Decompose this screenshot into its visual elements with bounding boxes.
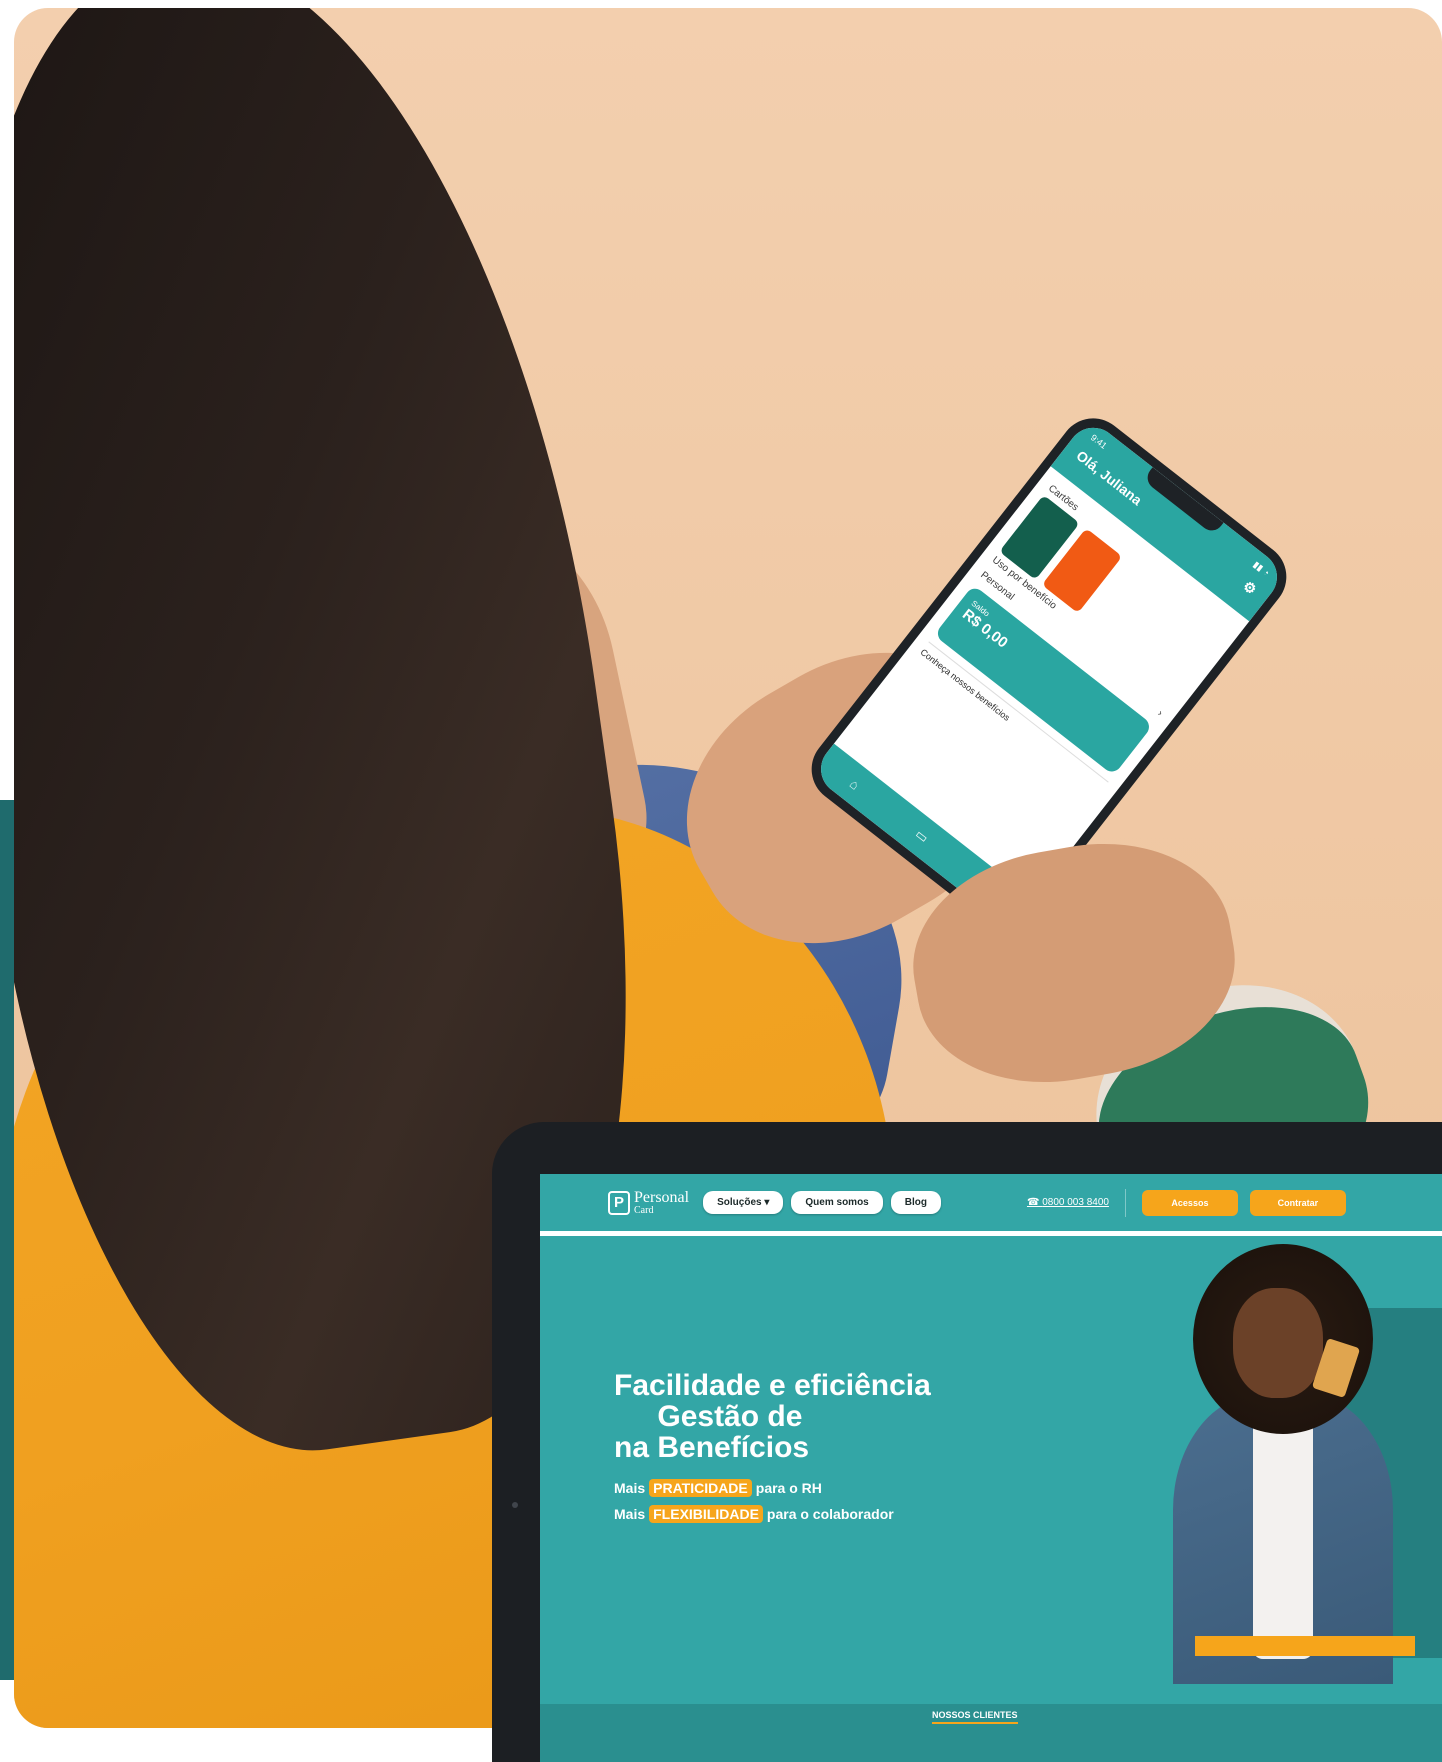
- nav-solucoes-label: Soluções: [717, 1197, 762, 1208]
- woman-face: [1233, 1288, 1323, 1398]
- hero-line2-post: para o colaborador: [766, 1506, 894, 1522]
- phone-home-icon[interactable]: ⌂: [847, 776, 862, 793]
- logo-line1: Personal: [634, 1188, 690, 1206]
- hero-title: Facilidade e eficiência na Gestão de Ben…: [614, 1370, 931, 1463]
- hero-orange-accent: [1195, 1636, 1415, 1656]
- phone-icon: ☎: [1026, 1197, 1043, 1208]
- acessos-button[interactable]: Acessos: [1141, 1189, 1238, 1216]
- logo-mark-icon: P: [608, 1190, 630, 1215]
- phone-settings-icon[interactable]: ⚙: [1239, 577, 1260, 598]
- hero-highlight-flexibilidade: FLEXIBILIDADE: [649, 1505, 763, 1523]
- hero-line2-pre: Mais: [614, 1506, 646, 1522]
- hero-title-bold: Gestão de Benefícios: [657, 1400, 810, 1464]
- nav-solucoes-button[interactable]: Soluções ▾: [703, 1191, 784, 1214]
- logo-line2: Card: [634, 1204, 654, 1216]
- phone-status-time: 9:41: [1088, 432, 1109, 451]
- dropdown-chevron-icon: ▾: [764, 1197, 770, 1208]
- hero-highlight-praticidade: PRATICIDADE: [649, 1479, 752, 1497]
- nav-blog-button[interactable]: Blog: [890, 1191, 941, 1214]
- nav-quem-somos-button[interactable]: Quem somos: [791, 1191, 883, 1214]
- phone-contact-link[interactable]: ☎ 0800 003 8400: [1027, 1197, 1109, 1208]
- phone-number: 0800 003 8400: [1042, 1197, 1109, 1208]
- hero-line1-pre: Mais: [614, 1480, 646, 1496]
- hero-subtitle: Mais PRATICIDADE para o RH Mais FLEXIBILIDA…: [614, 1475, 931, 1527]
- nav-divider: [1124, 1188, 1126, 1217]
- hero-section: Facilidade e eficiência na Gestão de Ben…: [614, 1370, 931, 1527]
- tablet-camera: [512, 1502, 518, 1508]
- woman-shirt: [1253, 1419, 1313, 1659]
- clients-heading: NOSSOS CLIENTES: [932, 1710, 1018, 1724]
- hero-title-line1: Facilidade e eficiência: [614, 1369, 931, 1402]
- hero-woman-image: [1153, 1244, 1442, 1684]
- contratar-button[interactable]: Contratar: [1249, 1189, 1346, 1216]
- tablet-device: P Personal Card Soluções ▾ Quem somos Bl…: [492, 1122, 1442, 1762]
- site-navbar: P Personal Card Soluções ▾ Quem somos Bl…: [540, 1174, 1442, 1236]
- hero-line1-post: para o RH: [755, 1480, 822, 1496]
- phone-card-icon[interactable]: ▭: [912, 826, 932, 846]
- website-screen: P Personal Card Soluções ▾ Quem somos Bl…: [540, 1174, 1442, 1762]
- hero-title-prefix: na: [614, 1431, 658, 1464]
- site-logo[interactable]: P Personal Card: [608, 1188, 690, 1216]
